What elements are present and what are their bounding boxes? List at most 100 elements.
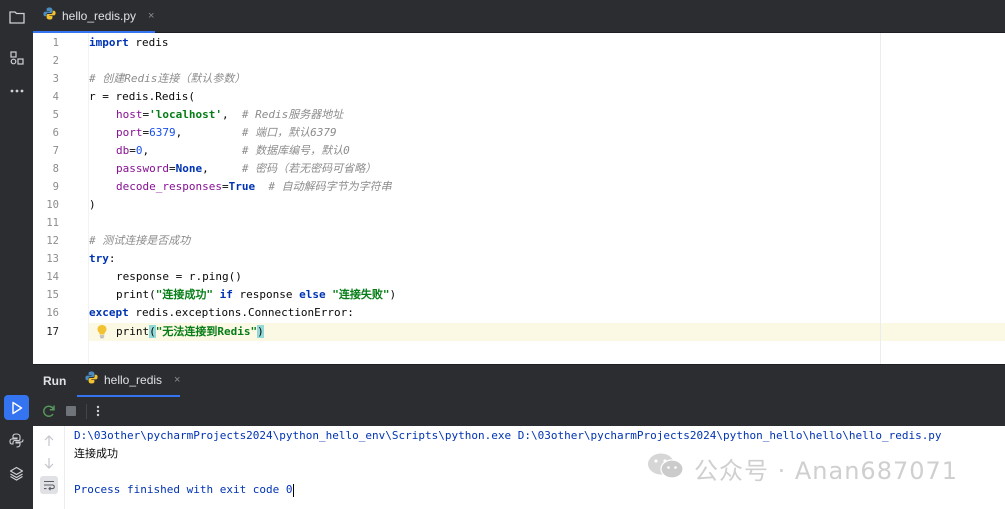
code-text: , [221, 108, 242, 121]
code-line-1: import redis [89, 34, 169, 52]
project-folder-icon[interactable] [4, 4, 29, 29]
line-number: 10 [46, 199, 59, 211]
console-command-line: D:\03other\pycharmProjects2024\python_he… [74, 429, 942, 442]
keyword: import [89, 36, 129, 49]
param-name: password [116, 162, 169, 175]
python-file-icon [43, 7, 56, 25]
console-side-toolbar [33, 426, 65, 509]
param-name: host [116, 108, 143, 121]
param-name: port [116, 126, 143, 139]
line-number: 1 [52, 37, 59, 49]
rerun-icon[interactable] [41, 403, 57, 419]
line-number: 9 [52, 181, 59, 193]
editor-tab-label: hello_redis.py [62, 8, 137, 23]
keyword: except [89, 306, 129, 319]
code-text: : [108, 252, 116, 265]
code-line-8: password=None, # 密码（若无密码可省略） [116, 160, 376, 178]
code-line-12: # 测试连接是否成功 [89, 232, 190, 250]
close-icon[interactable]: × [174, 374, 180, 386]
code-line-4: r = redis.Redis( [89, 88, 195, 106]
keyword: else [299, 288, 326, 301]
keyword: None [175, 162, 203, 175]
code-text: redis [128, 36, 169, 49]
param-name: decode_responses [116, 180, 222, 193]
code-text: = [221, 180, 229, 193]
stop-icon[interactable] [63, 403, 79, 419]
layers-services-icon[interactable] [4, 461, 29, 486]
run-tool-icon[interactable] [4, 395, 29, 420]
code-line-13: try: [89, 250, 116, 268]
line-number: 5 [52, 109, 59, 121]
number-literal: 0 [135, 144, 143, 157]
run-tab-label: hello_redis [104, 373, 163, 387]
code-line-9: decode_responses=True # 自动解码字节为字符串 [116, 178, 392, 196]
python-run-icon [85, 371, 98, 389]
code-line-15: print("连接成功" if response else "连接失败") [116, 286, 396, 304]
line-number: 16 [46, 307, 59, 319]
run-toolbar [33, 397, 1005, 426]
code-text: = [168, 162, 176, 175]
code-text: response = r.ping() [116, 270, 242, 283]
keyword: try [89, 252, 109, 265]
code-line-5: host='localhost', # Redis服务器地址 [116, 106, 343, 124]
line-number: 14 [46, 271, 59, 283]
scroll-up-icon[interactable] [40, 432, 58, 450]
param-name: db [116, 144, 130, 157]
string-literal: "连接失败" [332, 288, 390, 301]
comment: # 测试连接是否成功 [89, 234, 191, 247]
number-literal: 6379 [149, 126, 176, 139]
code-text: print [116, 325, 150, 338]
soft-wrap-icon[interactable] [40, 476, 58, 494]
console-output-line: 连接成功 [74, 447, 118, 460]
wechat-watermark: 公众号 · Anan687071 [646, 451, 959, 486]
code-area[interactable]: import redis # 创建Redis连接（默认参数） r = redis… [89, 33, 1005, 364]
keyword: True [228, 180, 256, 193]
more-options-icon[interactable] [90, 403, 106, 419]
console-exit-line: Process finished with exit code 0 [74, 481, 294, 499]
string-literal: 'localhost' [149, 108, 222, 121]
code-line-14: response = r.ping() [116, 268, 242, 286]
run-toolwindow-header: Run hello_redis × [33, 365, 1005, 397]
comment: # 端口，默认6379 [241, 126, 337, 139]
code-text: print( [116, 288, 156, 301]
line-number: 11 [46, 217, 59, 229]
comment: # Redis服务器地址 [241, 108, 344, 121]
line-number: 12 [46, 235, 59, 247]
line-number: 8 [52, 163, 59, 175]
run-tab-hello-redis[interactable]: hello_redis × [77, 365, 180, 397]
line-number: 4 [52, 91, 59, 103]
code-editor[interactable]: 1 2 3 4 5 6 7 8 9 10 11 12 13 14 15 16 1… [33, 33, 1005, 364]
code-line-6: port=6379, # 端口，默认6379 [116, 124, 337, 142]
matched-paren: ( [149, 325, 156, 338]
code-line-17: print("无法连接到Redis") [116, 323, 264, 341]
editor-tab-bar: hello_redis.py × [33, 0, 1005, 33]
structure-icon[interactable] [4, 45, 29, 70]
matched-paren: ) [257, 325, 264, 338]
comment: # 自动解码字节为字符串 [268, 180, 392, 193]
code-line-7: db=0, # 数据库编号，默认0 [116, 142, 350, 160]
watermark-text: 公众号 · Anan687071 [694, 456, 959, 485]
code-text: = [129, 144, 136, 157]
toolbar-separator [86, 404, 87, 419]
line-number: 13 [46, 253, 59, 265]
line-number: 15 [46, 289, 59, 301]
string-literal: "连接成功" [155, 288, 213, 301]
code-text: response [232, 288, 300, 301]
code-text: r = redis.Redis( [89, 90, 195, 103]
comment: # 创建Redis连接（默认参数） [89, 72, 246, 85]
line-number: 2 [52, 55, 59, 67]
scroll-down-icon[interactable] [40, 454, 58, 472]
activity-bar [0, 0, 33, 509]
line-number-gutter: 1 2 3 4 5 6 7 8 9 10 11 12 13 14 15 16 1… [33, 33, 88, 364]
more-tools-icon[interactable] [4, 78, 29, 103]
python-console-icon[interactable] [4, 428, 29, 453]
wechat-logo-icon [646, 451, 686, 486]
keyword: if [213, 288, 233, 301]
code-line-16: except redis.exceptions.ConnectionError: [89, 304, 354, 322]
run-panel-title: Run [43, 374, 67, 388]
code-line-10: ) [89, 196, 96, 214]
close-icon[interactable]: × [148, 10, 154, 22]
code-text: , [202, 162, 242, 175]
editor-tab-hello-redis[interactable]: hello_redis.py × [33, 0, 155, 33]
